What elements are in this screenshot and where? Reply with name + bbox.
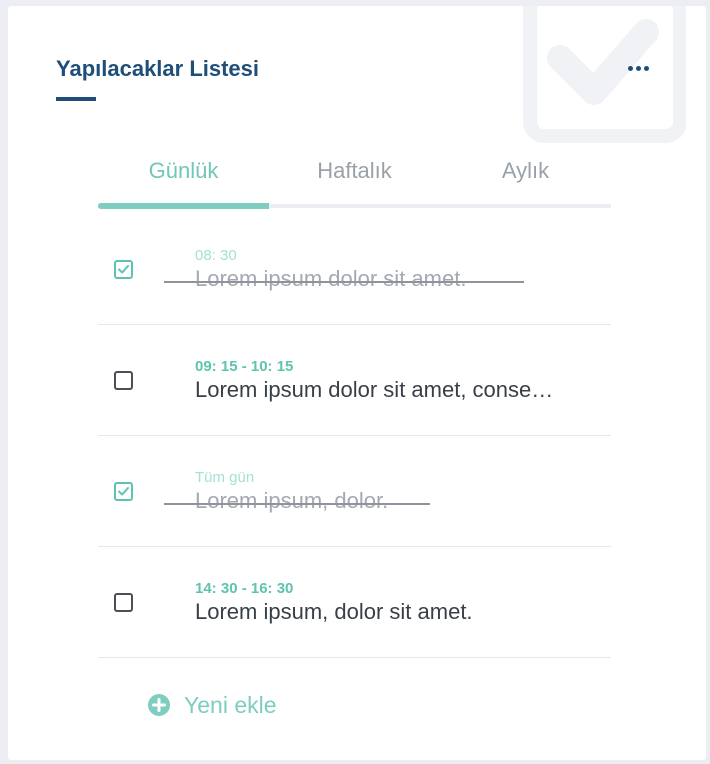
strikethrough-line [164,281,524,283]
todo-checkbox[interactable] [114,371,133,390]
period-tabs: Günlük Haftalık Aylık [98,156,611,209]
more-dot [635,65,641,71]
strikethrough-line [164,503,430,505]
more-dot [643,65,649,71]
todo-checkbox[interactable] [114,260,133,279]
todo-text: Lorem ipsum, dolor. [195,488,389,513]
todo-item: Tüm gün Lorem ipsum, dolor. [98,436,611,547]
todo-time: 09: 15 - 10: 15 [195,358,294,375]
add-new-label: Yeni ekle [184,691,277,718]
todo-text: Lorem ipsum dolor sit amet. [195,266,467,291]
plus-circle-icon [148,694,170,716]
tab-weekly[interactable]: Haftalık [269,158,440,198]
check-icon [118,265,129,274]
todo-item: 09: 15 - 10: 15 Lorem ipsum dolor sit am… [98,325,611,436]
todo-item: 14: 30 - 16: 30 Lorem ipsum, dolor sit a… [98,547,611,658]
tab-monthly[interactable]: Aylık [440,158,611,198]
todo-text: Lorem ipsum dolor sit amet, conse… [195,377,554,402]
tab-daily[interactable]: Günlük [98,158,269,198]
title-underline [56,97,96,101]
todo-list: 08: 30 Lorem ipsum dolor sit amet. 09: 1… [98,214,611,658]
checklist-watermark-icon [523,6,686,143]
todo-item: 08: 30 Lorem ipsum dolor sit amet. [98,214,611,325]
todo-card: Yapılacaklar Listesi Günlük Haftalık Ayl… [8,6,706,760]
more-options-button[interactable] [620,56,656,80]
todo-checkbox[interactable] [114,593,133,612]
todo-time: Tüm gün [195,469,255,486]
add-new-button[interactable]: Yeni ekle [148,692,277,718]
more-horizontal-icon [627,65,633,71]
check-icon [118,487,129,496]
tab-active-indicator [98,203,269,209]
todo-time: 08: 30 [195,247,237,264]
todo-checkbox[interactable] [114,482,133,501]
todo-text: Lorem ipsum, dolor sit amet. [195,599,473,624]
todo-time: 14: 30 - 16: 30 [195,580,294,597]
card-title: Yapılacaklar Listesi [56,56,260,81]
